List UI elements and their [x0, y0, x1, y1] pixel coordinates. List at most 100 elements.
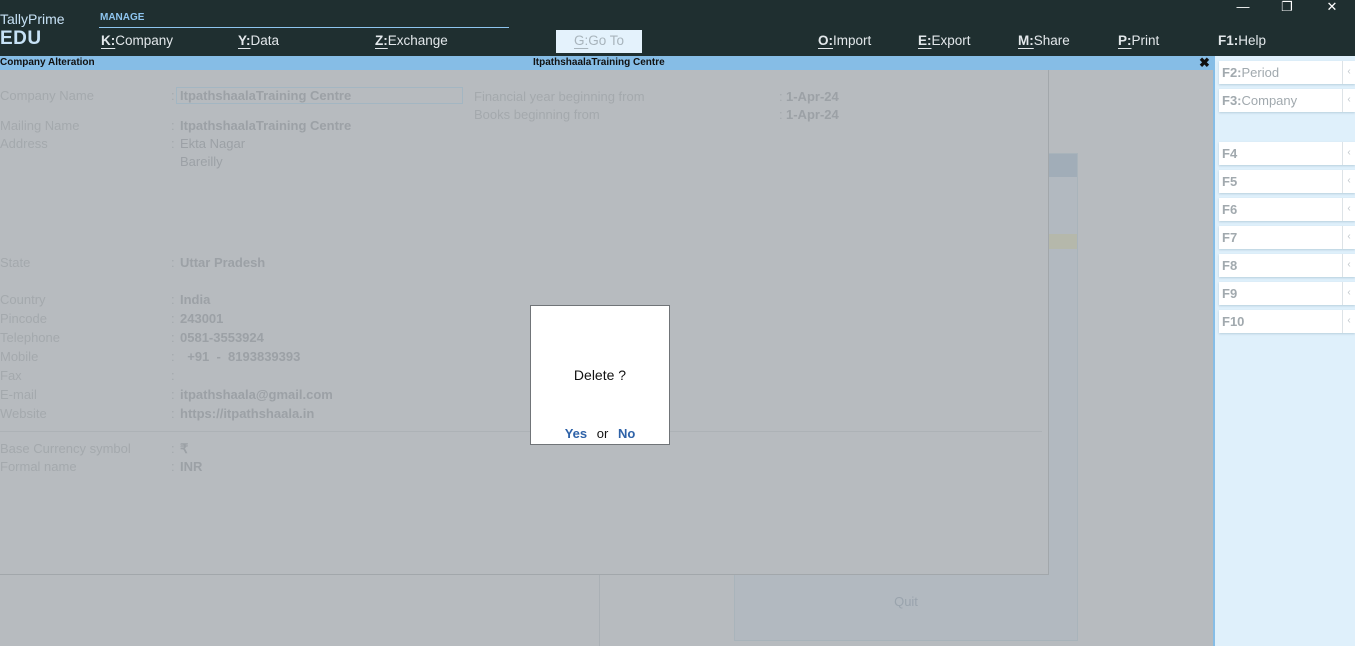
- restore-icon[interactable]: ❐: [1265, 0, 1309, 14]
- menu-label: Export: [931, 33, 971, 48]
- mobile-field[interactable]: +91 - 8193839393: [180, 349, 300, 364]
- f5-button[interactable]: F5 ‹: [1219, 170, 1355, 193]
- button-label: F5: [1222, 174, 1237, 189]
- field-colon: :: [779, 89, 783, 104]
- form-divider: [0, 431, 1042, 432]
- menu-key: E:: [918, 33, 932, 48]
- f2-period-button[interactable]: F2:Period ‹: [1219, 61, 1355, 84]
- button-key: F4: [1222, 146, 1238, 161]
- no-button[interactable]: No: [618, 426, 635, 441]
- mailing-name-field[interactable]: ItpathshaalaTraining Centre: [180, 118, 351, 133]
- chevron-left-icon: ‹: [1342, 142, 1355, 165]
- f6-button[interactable]: F6 ‹: [1219, 198, 1355, 221]
- close-window-icon[interactable]: ✕: [1310, 0, 1354, 14]
- company-name-field[interactable]: ItpathshaalaTraining Centre: [180, 88, 351, 103]
- button-label: F10: [1222, 314, 1244, 329]
- chevron-left-icon: ‹: [1342, 89, 1355, 112]
- f7-button[interactable]: F7 ‹: [1219, 226, 1355, 249]
- field-label: Fax: [0, 368, 22, 383]
- f9-button[interactable]: F9 ‹: [1219, 282, 1355, 305]
- field-colon: :: [171, 387, 175, 402]
- company-title: ItpathshaalaTraining Centre: [533, 57, 665, 68]
- chevron-left-icon: ‹: [1342, 282, 1355, 305]
- menu-company[interactable]: K:Company: [101, 33, 173, 48]
- field-label: Books beginning from: [474, 107, 600, 122]
- field-label: Formal name: [0, 459, 77, 474]
- menu-exchange[interactable]: Z:Exchange: [375, 33, 448, 48]
- f8-button[interactable]: F8 ‹: [1219, 254, 1355, 277]
- button-label: F3:Company: [1222, 93, 1297, 108]
- country-field[interactable]: India: [180, 292, 210, 307]
- email-field[interactable]: itpathshaala@gmail.com: [180, 387, 333, 402]
- chevron-left-icon: ‹: [1342, 61, 1355, 84]
- field-colon: :: [171, 255, 175, 270]
- field-label: Address: [0, 136, 48, 151]
- brand-edition: EDU: [0, 28, 42, 49]
- top-bar: TallyPrime EDU MANAGE K:Company Y:Data Z…: [0, 0, 1355, 56]
- button-key: F9: [1222, 286, 1238, 301]
- button-text: Period: [1241, 65, 1280, 80]
- address-line-2[interactable]: Bareilly: [180, 154, 223, 169]
- button-text: Company: [1241, 93, 1298, 108]
- books-beginning-field[interactable]: 1-Apr-24: [786, 107, 839, 122]
- button-label: F9: [1222, 286, 1237, 301]
- menu-share[interactable]: M:Share: [1018, 33, 1070, 48]
- books-beginning-row: Books beginning from : 1-Apr-24: [474, 107, 839, 122]
- menu-label: Help: [1238, 33, 1267, 48]
- menu-key: P:: [1118, 33, 1132, 48]
- close-screen-icon[interactable]: ✖: [1199, 55, 1210, 71]
- address-line-1[interactable]: Ekta Nagar: [180, 136, 245, 151]
- f10-button[interactable]: F10 ‹: [1219, 310, 1355, 333]
- button-key: F6: [1222, 202, 1238, 217]
- field-label: Mobile: [0, 349, 39, 364]
- f4-button[interactable]: F4 ‹: [1219, 142, 1355, 165]
- field-colon: :: [779, 107, 783, 122]
- field-label: Mailing Name: [0, 118, 80, 133]
- yes-button[interactable]: Yes: [565, 426, 587, 441]
- website-field[interactable]: https://itpathshaala.in: [180, 406, 314, 421]
- f3-company-button[interactable]: F3:Company ‹: [1219, 89, 1355, 112]
- menu-key: Z:: [375, 33, 388, 48]
- field-colon: :: [171, 88, 175, 103]
- field-label: E-mail: [0, 387, 37, 402]
- menu-goto[interactable]: G:Go To: [556, 30, 642, 53]
- menu-label: Share: [1033, 33, 1070, 48]
- field-colon: :: [171, 311, 175, 326]
- dialog-or-text: or: [596, 426, 609, 441]
- menu-print[interactable]: P:Print: [1118, 33, 1159, 48]
- field-label: Company Name: [0, 88, 94, 103]
- menu-export[interactable]: E:Export: [918, 33, 971, 48]
- company-alteration-form: Company Name : ItpathshaalaTraining Cent…: [0, 70, 1049, 575]
- chevron-left-icon: ‹: [1342, 254, 1355, 277]
- button-label: F7: [1222, 230, 1237, 245]
- menu-label: Data: [250, 33, 280, 48]
- gateway-quit-item: Quit: [894, 594, 918, 609]
- pincode-field[interactable]: 243001: [180, 311, 223, 326]
- chevron-left-icon: ‹: [1342, 226, 1355, 249]
- field-colon: :: [171, 459, 175, 474]
- menu-key: O:: [818, 33, 833, 48]
- menu-import[interactable]: O:Import: [818, 33, 871, 48]
- formal-name-field[interactable]: INR: [180, 459, 202, 474]
- menu-label: Import: [833, 33, 872, 48]
- menu-data[interactable]: Y:Data: [238, 33, 279, 48]
- button-label: F4: [1222, 146, 1237, 161]
- telephone-field[interactable]: 0581-3553924: [180, 330, 264, 345]
- delete-confirmation-dialog: Delete ? Yes or No: [530, 305, 670, 445]
- financial-year-field[interactable]: 1-Apr-24: [786, 89, 839, 104]
- field-label: Base Currency symbol: [0, 441, 131, 456]
- menu-label: Company: [115, 33, 174, 48]
- minimize-icon[interactable]: —: [1221, 0, 1265, 14]
- menu-label: Go To: [588, 33, 625, 48]
- menu-key: K:: [101, 33, 116, 48]
- base-currency-symbol-field[interactable]: ₹: [180, 441, 188, 457]
- state-field[interactable]: Uttar Pradesh: [180, 255, 265, 270]
- field-colon: :: [171, 368, 175, 383]
- function-key-bar: F2:Period ‹ F3:Company ‹ F4 ‹ F5 ‹ F6 ‹ …: [1213, 56, 1355, 646]
- field-label: Financial year beginning from: [474, 89, 645, 104]
- dialog-options: Yes or No: [531, 426, 669, 441]
- menu-label: Print: [1131, 33, 1160, 48]
- field-label: Country: [0, 292, 46, 307]
- menu-help[interactable]: F1:Help: [1218, 33, 1266, 48]
- button-key: F3:: [1222, 93, 1242, 108]
